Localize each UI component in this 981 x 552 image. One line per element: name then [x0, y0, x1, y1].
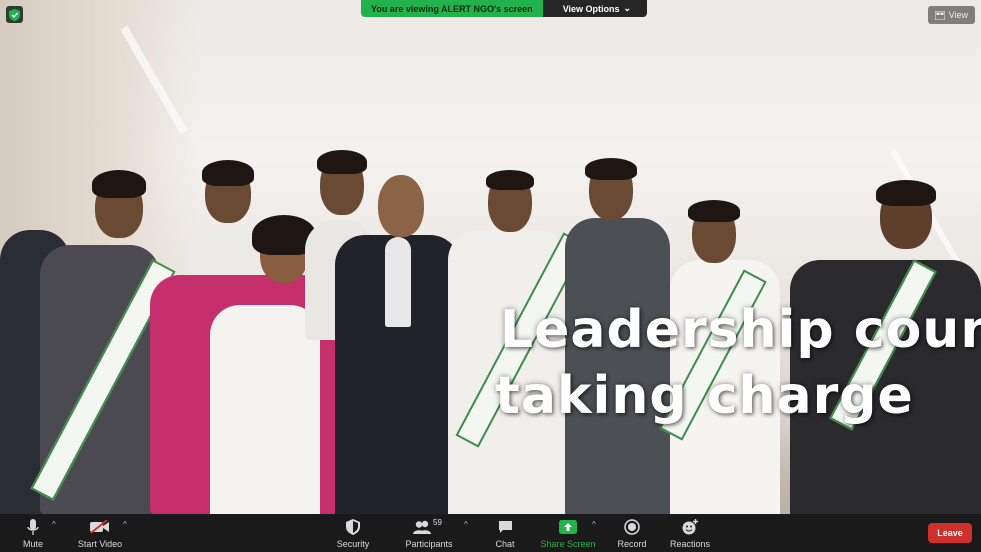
security-shield-icon	[346, 519, 360, 535]
chevron-down-icon: ⌄	[623, 3, 632, 13]
share-screen-icon	[559, 520, 577, 534]
participants-label: Participants	[405, 539, 453, 549]
encryption-shield[interactable]	[6, 6, 23, 23]
mute-label: Mute	[22, 539, 43, 549]
reactions-button[interactable]: Reactions	[660, 517, 720, 549]
share-options-caret[interactable]: ^	[592, 520, 596, 529]
leave-button[interactable]: Leave	[928, 523, 972, 543]
start-video-label: Start Video	[77, 539, 123, 549]
screen-share-banner: You are viewing ALERT NGO's screen View …	[361, 0, 648, 17]
shared-screen-view: Leadership council taking charge	[0, 0, 981, 514]
security-label: Security	[336, 539, 370, 549]
record-button[interactable]: Record	[602, 517, 662, 549]
microphone-icon	[27, 518, 39, 535]
start-video-button[interactable]: Start Video	[70, 517, 130, 549]
viewing-screen-label: You are viewing ALERT NGO's screen	[361, 0, 543, 17]
participants-count: 59	[433, 518, 442, 527]
view-label: View	[948, 10, 968, 20]
overlay-title-line2: taking charge	[495, 366, 914, 426]
chat-button[interactable]: Chat	[475, 517, 535, 549]
video-options-caret[interactable]: ^	[123, 520, 127, 529]
reactions-label: Reactions	[669, 539, 711, 549]
view-options-button[interactable]: View Options ⌄	[542, 0, 648, 17]
meeting-toolbar: Mute ^ Start Video ^ Security 59 Partici…	[0, 514, 981, 552]
participants-icon	[413, 520, 431, 534]
record-icon	[624, 519, 640, 535]
record-label: Record	[617, 539, 647, 549]
view-grid-icon	[934, 10, 945, 20]
chat-label: Chat	[495, 539, 515, 549]
share-screen-button[interactable]: Share Screen	[538, 517, 598, 549]
participants-button[interactable]: 59 Participants	[399, 517, 459, 549]
video-off-icon	[90, 520, 109, 534]
security-button[interactable]: Security	[323, 517, 383, 549]
shield-icon	[9, 8, 20, 21]
view-options-label: View Options	[562, 3, 620, 14]
reactions-icon	[682, 519, 698, 535]
view-layout-button[interactable]: View	[927, 6, 975, 24]
share-screen-label: Share Screen	[540, 539, 596, 549]
chat-icon	[498, 521, 512, 533]
participants-options-caret[interactable]: ^	[464, 520, 468, 529]
audio-options-caret[interactable]: ^	[52, 520, 56, 529]
overlay-title-line1: Leadership council	[500, 300, 981, 360]
